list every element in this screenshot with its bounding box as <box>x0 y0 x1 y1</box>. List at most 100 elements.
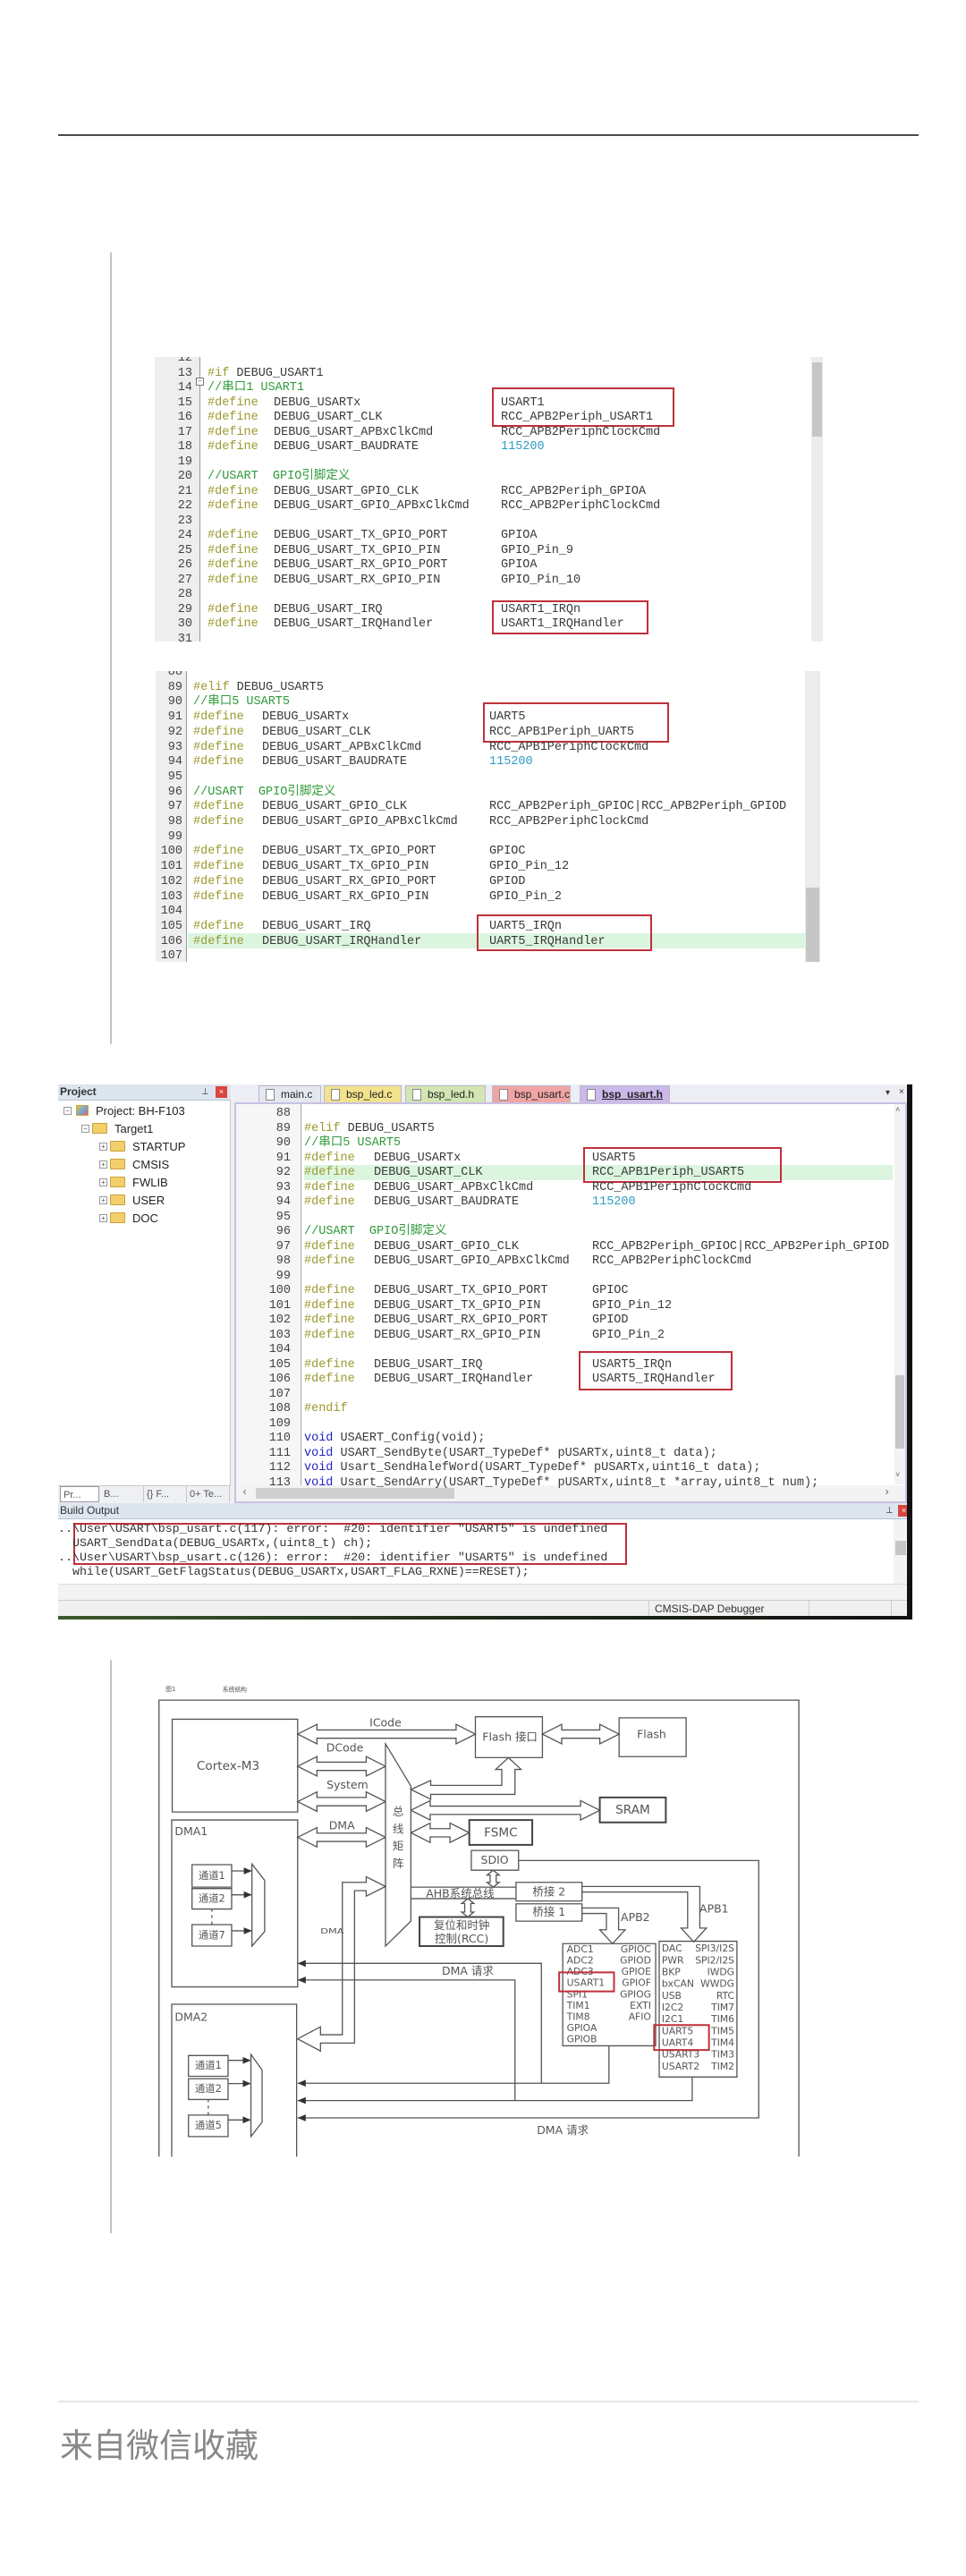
code-keyword: #define <box>304 1151 355 1165</box>
code-line: 16 #define DEBUG_USART_CLK RCC_APB2Periph_U… <box>155 410 823 425</box>
macro-name: DEBUG_USART_IRQHandler <box>374 1373 534 1386</box>
code-line: 89 #elif DEBUG_USART5 <box>156 680 821 695</box>
panel-tab[interactable]: 0+ Te... <box>187 1486 230 1502</box>
code-line: 94 #define DEBUG_USART_BAUDRATE 115200 <box>236 1194 905 1210</box>
line-number: 90 <box>275 1136 291 1150</box>
window-border <box>907 1084 912 1620</box>
macro-name: DEBUG_USART_BAUDRATE <box>374 1195 520 1209</box>
dcode-label: DCode <box>326 1740 364 1754</box>
code-line: 91 #define DEBUG_USARTx UART5 <box>156 710 821 725</box>
close-tab-icon[interactable]: × <box>899 1087 906 1097</box>
editor-tab[interactable]: bsp_usart.c <box>492 1085 571 1102</box>
tree-item[interactable]: + FWLIB <box>58 1174 228 1191</box>
editor-tab[interactable]: main.c <box>258 1085 321 1102</box>
panel-tab[interactable]: {} F... <box>144 1486 187 1502</box>
tree-item[interactable]: + USER <box>58 1192 228 1209</box>
dropdown-icon[interactable]: ▾ <box>886 1088 893 1098</box>
macro-name: DEBUG_USART_IRQHandler <box>262 934 422 948</box>
dma-request-label: DMA 请求 <box>537 2123 589 2137</box>
expand-toggle-icon[interactable]: − <box>81 1125 89 1133</box>
tree-item[interactable]: − Target1 <box>58 1120 228 1137</box>
macro-value: GPIO_Pin_2 <box>592 1328 665 1342</box>
output-hscrollbar[interactable] <box>58 1584 908 1600</box>
line-number: 14 <box>177 381 192 395</box>
expand-toggle-icon[interactable]: + <box>99 1143 107 1151</box>
tab-label: bsp_led.c <box>346 1088 393 1101</box>
output-scrollbar-thumb[interactable] <box>895 1541 906 1555</box>
line-number: 15 <box>177 395 192 410</box>
code-keyword: #define <box>304 1195 355 1209</box>
line-number: 91 <box>275 1151 291 1165</box>
code-editor[interactable]: ˄ ˅ ‹ › 88 89 #elif DEBUG_USART5 90//串口5 USA… <box>234 1102 907 1503</box>
folder-icon <box>110 1159 125 1169</box>
code-line: 100 #define DEBUG_USART_TX_GPIO_PORT GPIOC <box>236 1283 905 1298</box>
flash-interface-arrow <box>411 1757 521 1798</box>
editor-tab[interactable]: bsp_led.c <box>324 1085 402 1102</box>
code-keyword: #define <box>304 1284 355 1297</box>
expand-toggle-icon[interactable]: + <box>99 1178 107 1186</box>
code-keyword: #elif <box>193 680 230 694</box>
apb2-peripheral: USART1 <box>567 1977 605 1989</box>
apb2-peripheral: GPIOG <box>620 1988 651 2000</box>
folder-icon <box>110 1141 125 1152</box>
line-number: 106 <box>268 1373 291 1386</box>
code-line: 25 #define DEBUG_USART_TX_GPIO_PIN GPIO_Pin… <box>155 543 823 558</box>
line-number: 95 <box>275 1210 291 1224</box>
code-line: 102 #define DEBUG_USART_RX_GPIO_PORT GPIOD <box>156 874 821 889</box>
line-number: 108 <box>268 1402 291 1416</box>
dma-request-label: DMA 请求 <box>442 1964 494 1977</box>
apb2-peripheral: GPIOB <box>567 2034 597 2045</box>
line-number: 111 <box>268 1446 291 1460</box>
arrowhead-icon <box>297 1960 306 1968</box>
macro-name: DEBUG_USART_GPIO_CLK <box>262 800 408 814</box>
line-number: 26 <box>177 558 192 572</box>
footer-source: 来自微信收藏 <box>60 2427 258 2465</box>
code-line: 15 #define DEBUG_USARTx USART1 <box>155 395 823 411</box>
line-number: 102 <box>268 1314 291 1327</box>
editor-tab[interactable]: bsp_led.h <box>405 1085 486 1102</box>
bridge2-label: 桥接 2 <box>532 1884 565 1898</box>
code-line: 103 #define DEBUG_USART_RX_GPIO_PIN GPIO_Pi… <box>236 1328 905 1343</box>
tree-item[interactable]: + DOC <box>58 1210 228 1227</box>
build-output-line: USART_SendData(DEBUG_USARTx,(uint8_t) ch… <box>58 1536 373 1550</box>
apb1-peripheral: DAC <box>662 1943 682 1954</box>
code-line: 26 #define DEBUG_USART_RX_GPIO_PORT GPIOA <box>155 557 823 573</box>
tree-item[interactable]: + STARTUP <box>58 1138 228 1155</box>
project-tree: − Project: BH-F103− Target1 + STARTUP + CMSIS +… <box>58 1101 231 1485</box>
panel-tab[interactable]: B... <box>101 1486 144 1502</box>
macro-value: RCC_APB2PeriphClockCmd <box>501 425 661 439</box>
apb1-peripheral: PWR <box>662 1954 684 1966</box>
apb1-peripheral: TIM6 <box>710 2013 734 2025</box>
apb1-peripheral: TIM2 <box>710 2061 734 2072</box>
build-output-log[interactable]: ..\User\USART\bsp_usart.c(117): error: #… <box>58 1519 908 1584</box>
tree-item[interactable]: + CMSIS <box>58 1156 228 1173</box>
apb2-peripheral: TIM8 <box>566 2011 590 2022</box>
tree-item[interactable]: − Project: BH-F103 <box>58 1102 228 1119</box>
code-keyword: #define <box>193 725 244 739</box>
pin-icon[interactable]: ⊥ <box>201 1087 209 1097</box>
expand-toggle-icon[interactable]: − <box>64 1107 72 1115</box>
top-divider <box>58 134 919 136</box>
expand-toggle-icon[interactable]: + <box>99 1214 107 1222</box>
line-number: 89 <box>275 1121 291 1135</box>
expand-toggle-icon[interactable]: + <box>99 1160 107 1169</box>
editor-tab[interactable]: bsp_usart.h <box>580 1085 670 1102</box>
pin-icon[interactable]: ⊥ <box>886 1506 894 1516</box>
code-line: 94 #define DEBUG_USART_BAUDRATE 115200 <box>156 754 821 769</box>
macro-value: UART5_IRQn <box>489 919 563 933</box>
tree-label: Target1 <box>114 1122 154 1135</box>
panel-tab[interactable]: Pr... <box>60 1486 99 1502</box>
code-comment: //USART GPIO引脚定义 <box>304 1225 447 1238</box>
macro-name: DEBUG_USART_BAUDRATE <box>262 755 408 769</box>
macro-value: RCC_APB2PeriphClockCmd <box>592 1254 752 1268</box>
apb1-peripheral: SPI3/I2S <box>695 1943 734 1954</box>
macro-name: DEBUG_USART_IRQHandler <box>274 617 434 631</box>
dma-vertical-label: DMA <box>320 1928 344 1936</box>
bus-matrix-label: 矩 <box>393 1840 403 1853</box>
expand-toggle-icon[interactable]: + <box>99 1196 107 1204</box>
close-icon[interactable]: × <box>216 1086 227 1098</box>
macro-name: DEBUG_USART_APBxClkCmd <box>374 1180 534 1194</box>
apb1-peripheral: TIM4 <box>710 2037 734 2049</box>
code-line: 24 #define DEBUG_USART_TX_GPIO_PORT GPIOA <box>155 528 823 543</box>
arrowhead-icon <box>243 1927 252 1934</box>
